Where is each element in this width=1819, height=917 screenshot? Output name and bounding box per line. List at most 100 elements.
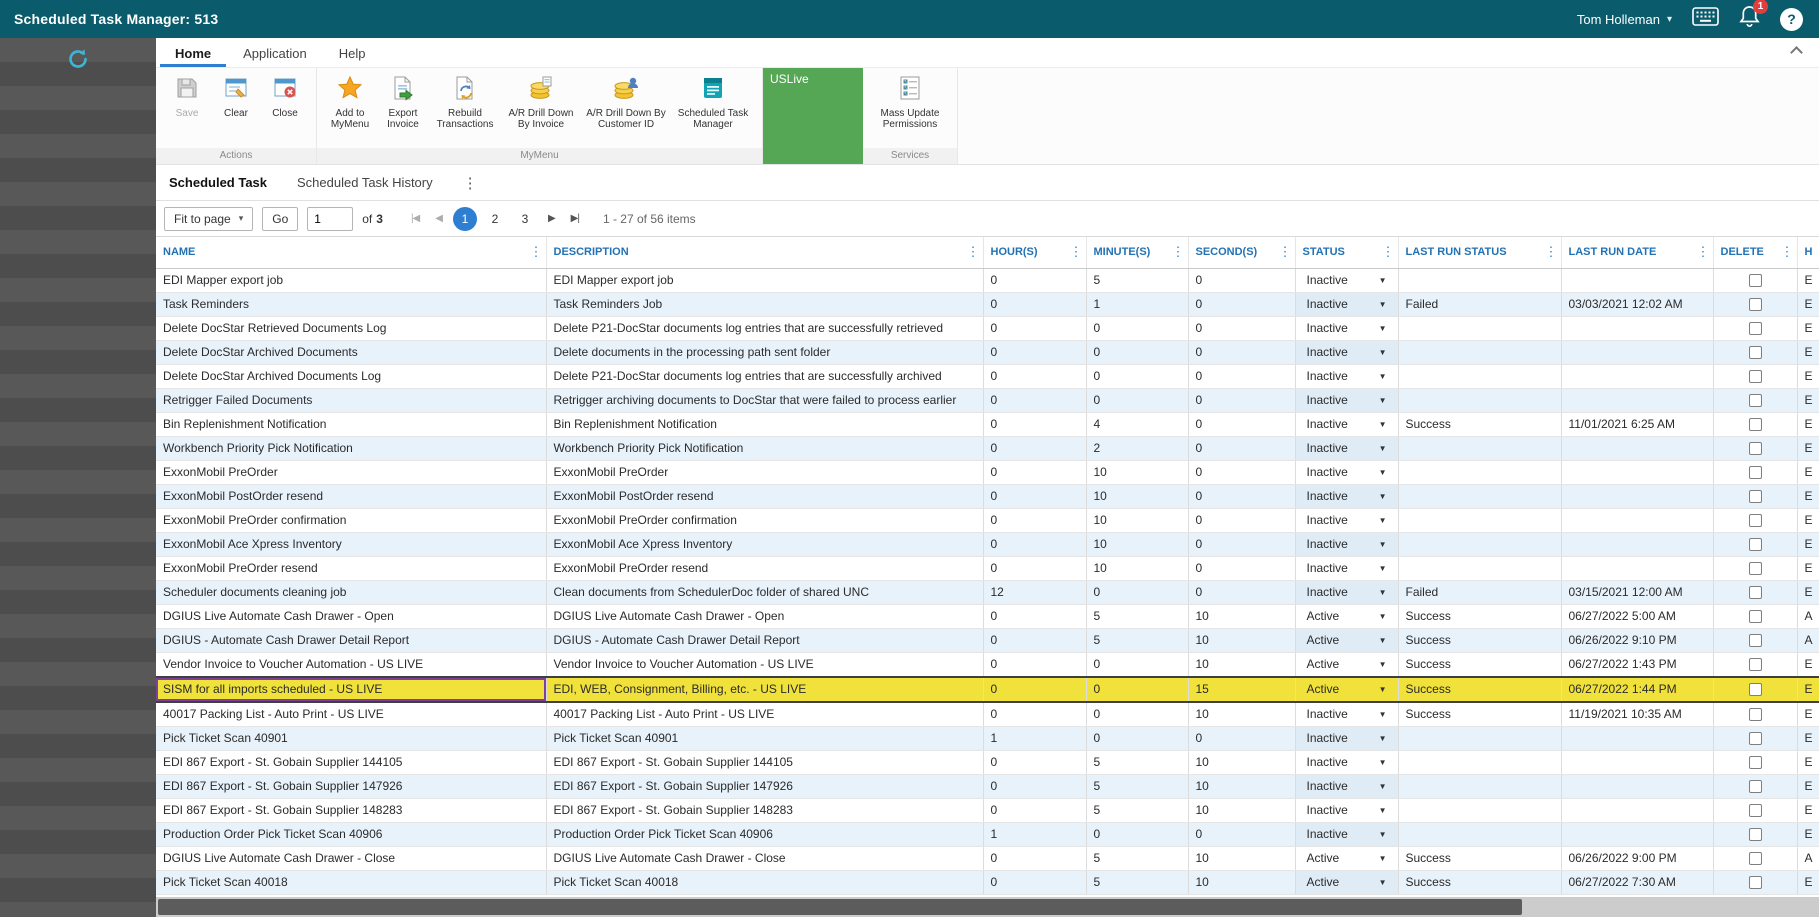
fit-to-page-dropdown[interactable]: Fit to page ▾ <box>164 207 253 231</box>
delete-checkbox[interactable] <box>1749 514 1762 527</box>
table-row[interactable]: EDI 867 Export - St. Gobain Supplier 148… <box>156 798 1819 822</box>
status-dropdown[interactable]: Inactive▼ <box>1303 557 1391 580</box>
status-dropdown[interactable]: Inactive▼ <box>1303 461 1391 484</box>
table-row[interactable]: DGIUS - Automate Cash Drawer Detail Repo… <box>156 628 1819 652</box>
column-header-description[interactable]: DESCRIPTION⋮ <box>546 237 983 268</box>
status-dropdown[interactable]: Active▼ <box>1303 629 1391 652</box>
tab-home[interactable]: Home <box>160 41 226 67</box>
delete-checkbox[interactable] <box>1749 346 1762 359</box>
rebuild-transactions-button[interactable]: Rebuild Transactions <box>431 72 499 131</box>
column-menu-icon[interactable]: ⋮ <box>1279 244 1292 260</box>
table-row[interactable]: Pick Ticket Scan 40018Pick Ticket Scan 4… <box>156 870 1819 894</box>
column-header-last-run-status[interactable]: LAST RUN STATUS⋮ <box>1398 237 1561 268</box>
table-row[interactable]: SISM for all imports scheduled - US LIVE… <box>156 677 1819 702</box>
table-row[interactable]: Workbench Priority Pick NotificationWork… <box>156 436 1819 460</box>
column-menu-icon[interactable]: ⋮ <box>1781 244 1794 260</box>
close-button[interactable]: Close <box>262 72 308 119</box>
column-header-name[interactable]: NAME⋮ <box>156 237 546 268</box>
delete-checkbox[interactable] <box>1749 780 1762 793</box>
page-3-button[interactable]: 3 <box>513 207 537 231</box>
table-row[interactable]: Retrigger Failed DocumentsRetrigger arch… <box>156 388 1819 412</box>
table-row[interactable]: ExxonMobil PreOrderExxonMobil PreOrder01… <box>156 460 1819 484</box>
column-header-second-s[interactable]: SECOND(S)⋮ <box>1188 237 1295 268</box>
delete-checkbox[interactable] <box>1749 658 1762 671</box>
table-row[interactable]: Delete DocStar Retrieved Documents LogDe… <box>156 316 1819 340</box>
column-header-hour-s[interactable]: HOUR(S)⋮ <box>983 237 1086 268</box>
page-2-button[interactable]: 2 <box>483 207 507 231</box>
column-menu-icon[interactable]: ⋮ <box>1545 244 1558 260</box>
delete-checkbox[interactable] <box>1749 418 1762 431</box>
column-menu-icon[interactable]: ⋮ <box>1172 244 1185 260</box>
delete-checkbox[interactable] <box>1749 828 1762 841</box>
ar-drill-down-by-invoice-button[interactable]: A/R Drill Down By Invoice <box>502 72 580 131</box>
status-dropdown[interactable]: Inactive▼ <box>1303 727 1391 750</box>
delete-checkbox[interactable] <box>1749 298 1762 311</box>
status-dropdown[interactable]: Inactive▼ <box>1303 413 1391 436</box>
pager-first-button[interactable]: |◀ <box>406 209 424 228</box>
column-menu-icon[interactable]: ⋮ <box>967 244 980 260</box>
delete-checkbox[interactable] <box>1749 732 1762 745</box>
status-dropdown[interactable]: Inactive▼ <box>1303 341 1391 364</box>
table-row[interactable]: EDI 867 Export - St. Gobain Supplier 147… <box>156 774 1819 798</box>
status-dropdown[interactable]: Inactive▼ <box>1303 317 1391 340</box>
table-row[interactable]: DGIUS Live Automate Cash Drawer - OpenDG… <box>156 604 1819 628</box>
collapse-ribbon-icon[interactable] <box>1790 46 1803 59</box>
table-row[interactable]: ExxonMobil PostOrder resendExxonMobil Po… <box>156 484 1819 508</box>
delete-checkbox[interactable] <box>1749 756 1762 769</box>
column-header-status[interactable]: STATUS⋮ <box>1295 237 1398 268</box>
horizontal-scrollbar-thumb[interactable] <box>158 899 1522 915</box>
tab-scheduled-task-history[interactable]: Scheduled Task History <box>297 175 433 190</box>
delete-checkbox[interactable] <box>1749 274 1762 287</box>
delete-checkbox[interactable] <box>1749 370 1762 383</box>
status-dropdown[interactable]: Inactive▼ <box>1303 533 1391 556</box>
table-row[interactable]: ExxonMobil PreOrder resendExxonMobil Pre… <box>156 556 1819 580</box>
delete-checkbox[interactable] <box>1749 610 1762 623</box>
delete-checkbox[interactable] <box>1749 490 1762 503</box>
keyboard-button[interactable] <box>1692 7 1719 31</box>
status-dropdown[interactable]: Inactive▼ <box>1303 751 1391 774</box>
ar-drill-down-by-customer-id-button[interactable]: A/R Drill Down By Customer ID <box>583 72 669 131</box>
status-dropdown[interactable]: Active▼ <box>1303 847 1391 870</box>
notifications-button[interactable]: 1 <box>1739 5 1760 33</box>
horizontal-scrollbar[interactable] <box>156 897 1819 917</box>
clear-button[interactable]: Clear <box>213 72 259 119</box>
tab-help[interactable]: Help <box>324 41 381 67</box>
table-row[interactable]: Production Order Pick Ticket Scan 40906P… <box>156 822 1819 846</box>
delete-checkbox[interactable] <box>1749 876 1762 889</box>
table-row[interactable]: Vendor Invoice to Voucher Automation - U… <box>156 652 1819 677</box>
table-row[interactable]: Pick Ticket Scan 40901Pick Ticket Scan 4… <box>156 726 1819 750</box>
column-menu-icon[interactable]: ⋮ <box>1070 244 1083 260</box>
status-dropdown[interactable]: Active▼ <box>1303 871 1391 894</box>
scheduled-task-manager-button[interactable]: Scheduled Task Manager <box>672 72 754 131</box>
tab-application[interactable]: Application <box>228 41 322 67</box>
pager-last-button[interactable]: ▶| <box>566 209 584 228</box>
status-dropdown[interactable]: Inactive▼ <box>1303 703 1391 726</box>
delete-checkbox[interactable] <box>1749 708 1762 721</box>
status-dropdown[interactable]: Inactive▼ <box>1303 389 1391 412</box>
delete-checkbox[interactable] <box>1749 322 1762 335</box>
status-dropdown[interactable]: Inactive▼ <box>1303 509 1391 532</box>
delete-checkbox[interactable] <box>1749 586 1762 599</box>
table-row[interactable]: ExxonMobil PreOrder confirmationExxonMob… <box>156 508 1819 532</box>
status-dropdown[interactable]: Inactive▼ <box>1303 799 1391 822</box>
column-menu-icon[interactable]: ⋮ <box>530 244 543 260</box>
table-row[interactable]: DGIUS Live Automate Cash Drawer - CloseD… <box>156 846 1819 870</box>
page-1-button[interactable]: 1 <box>453 207 477 231</box>
user-menu[interactable]: Tom Holleman ▾ <box>1577 12 1672 27</box>
table-row[interactable]: Delete DocStar Archived Documents LogDel… <box>156 364 1819 388</box>
status-dropdown[interactable]: Inactive▼ <box>1303 823 1391 846</box>
delete-checkbox[interactable] <box>1749 538 1762 551</box>
table-row[interactable]: Delete DocStar Archived DocumentsDelete … <box>156 340 1819 364</box>
column-header-delete[interactable]: DELETE⋮ <box>1713 237 1797 268</box>
status-dropdown[interactable]: Inactive▼ <box>1303 365 1391 388</box>
page-number-input[interactable] <box>307 207 353 231</box>
table-row[interactable]: EDI 867 Export - St. Gobain Supplier 144… <box>156 750 1819 774</box>
status-dropdown[interactable]: Inactive▼ <box>1303 293 1391 316</box>
status-dropdown[interactable]: Active▼ <box>1303 653 1391 676</box>
tab-scheduled-task[interactable]: Scheduled Task <box>169 175 267 190</box>
table-row[interactable]: 40017 Packing List - Auto Print - US LIV… <box>156 702 1819 727</box>
save-button[interactable]: Save <box>164 72 210 119</box>
column-header-h[interactable]: H⋮ <box>1797 237 1819 268</box>
column-menu-icon[interactable]: ⋮ <box>1382 244 1395 260</box>
column-menu-icon[interactable]: ⋮ <box>1697 244 1710 260</box>
